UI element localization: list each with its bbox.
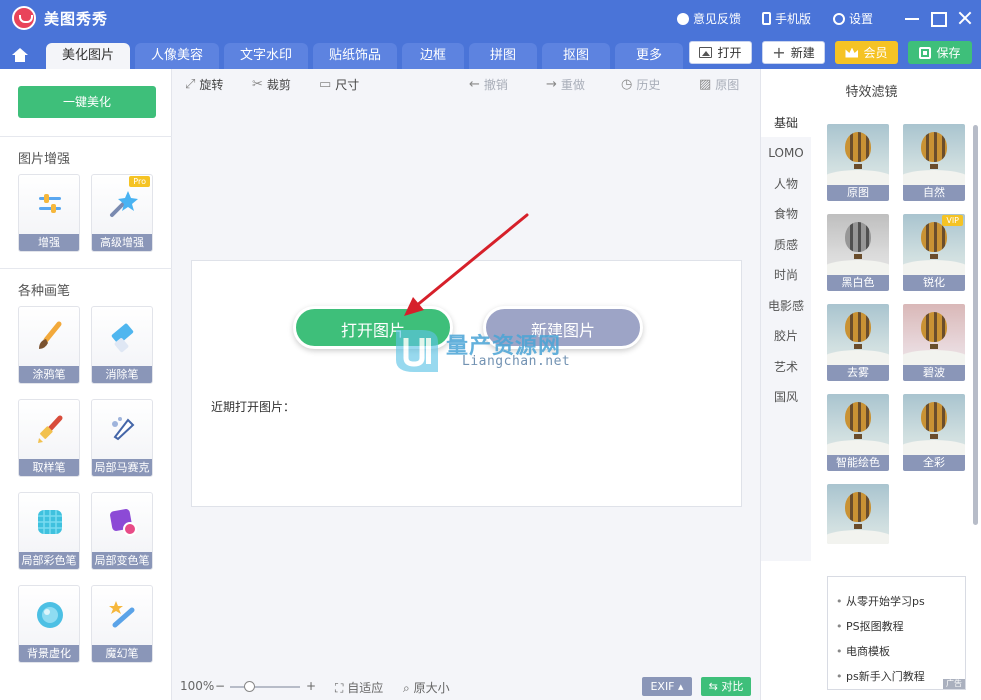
status-bar: 100% − + ⛶ 自适应 ⌕ 原大小 EXIF ▴ ⇆ 对比 [172,674,760,700]
filter-label: 黑白色 [827,275,889,291]
filter-label: 去雾 [827,365,889,381]
category-people[interactable]: 人物 [761,170,811,198]
category-art[interactable]: 艺术 [761,353,811,381]
balloon-image [921,402,947,432]
compare-icon: ⇆ [708,680,718,693]
ad-link[interactable]: ps新手入门教程 [836,668,925,684]
filter-label: 锐化 [903,275,965,291]
vip-badge: VIP [942,215,963,226]
balloon-image [845,492,871,522]
category-cinematic[interactable]: 电影感 [761,292,811,320]
filter-thumbnail[interactable]: 原图 [827,124,889,201]
compare-label: 对比 [721,680,744,693]
category-chinese-style[interactable]: 国风 [761,383,811,411]
balloon-image [845,132,871,162]
fit-label: 自适应 [347,681,384,695]
ad-link[interactable]: PS抠图教程 [836,618,904,634]
category-basic[interactable]: 基础 [761,109,811,137]
magnifier-icon: ⌕ [403,681,410,695]
filter-label: 碧波 [903,365,965,381]
filter-thumbnail[interactable]: 去雾 [827,304,889,381]
balloon-image [921,132,947,162]
zoom-slider-track[interactable] [230,686,300,688]
filter-label: 全彩 [903,455,965,471]
filter-label: 自然 [903,185,965,201]
balloon-image [845,312,871,342]
filter-thumbnail[interactable]: VIP 锐化 [903,214,965,291]
category-lomo[interactable]: LOMO [761,139,811,167]
filter-thumbnail[interactable] [827,484,889,544]
filters-panel: 特效滤镜 基础 LOMO 人物 食物 质感 时尚 电影感 胶片 艺术 国风 原图… [760,69,981,700]
balloon-image [921,312,947,342]
filter-thumbnail[interactable]: 黑白色 [827,214,889,291]
filter-label: 智能绘色 [827,455,889,471]
ad-link[interactable]: 从零开始学习ps [836,593,925,609]
category-fashion[interactable]: 时尚 [761,261,811,289]
filter-thumbnail[interactable]: 全彩 [903,394,965,471]
filters-scrollbar[interactable] [973,125,978,525]
filters-title: 特效滤镜 [845,85,898,100]
zoom-level: 100% [180,679,215,693]
actual-size-label: 原大小 [413,681,450,695]
fit-icon: ⛶ [335,681,344,695]
exif-button[interactable]: EXIF ▴ [642,677,692,696]
zoom-in-icon[interactable]: + [306,679,316,693]
category-food[interactable]: 食物 [761,200,811,228]
filter-thumbnail[interactable]: 碧波 [903,304,965,381]
actual-size-button[interactable]: ⌕ 原大小 [403,679,450,696]
category-texture[interactable]: 质感 [761,231,811,259]
balloon-image [845,402,871,432]
balloon-image [845,222,871,252]
compare-button[interactable]: ⇆ 对比 [701,677,751,696]
balloon-image [921,222,947,252]
ad-link[interactable]: 电商模板 [836,643,890,659]
category-film[interactable]: 胶片 [761,322,811,350]
filter-thumbnail[interactable]: 智能绘色 [827,394,889,471]
ad-box: 从零开始学习ps PS抠图教程 电商模板 ps新手入门教程 广告 [827,576,966,690]
zoom-slider-handle[interactable] [244,681,255,692]
filter-thumbnail[interactable]: 自然 [903,124,965,201]
exif-label: EXIF [650,680,675,693]
filter-label: 原图 [827,185,889,201]
filter-category-list: 基础 LOMO 人物 食物 质感 时尚 电影感 胶片 艺术 国风 [761,109,811,561]
zoom-out-icon[interactable]: − [215,679,225,693]
ad-tag[interactable]: 广告 [943,679,965,689]
fit-window-button[interactable]: ⛶ 自适应 [335,679,383,696]
